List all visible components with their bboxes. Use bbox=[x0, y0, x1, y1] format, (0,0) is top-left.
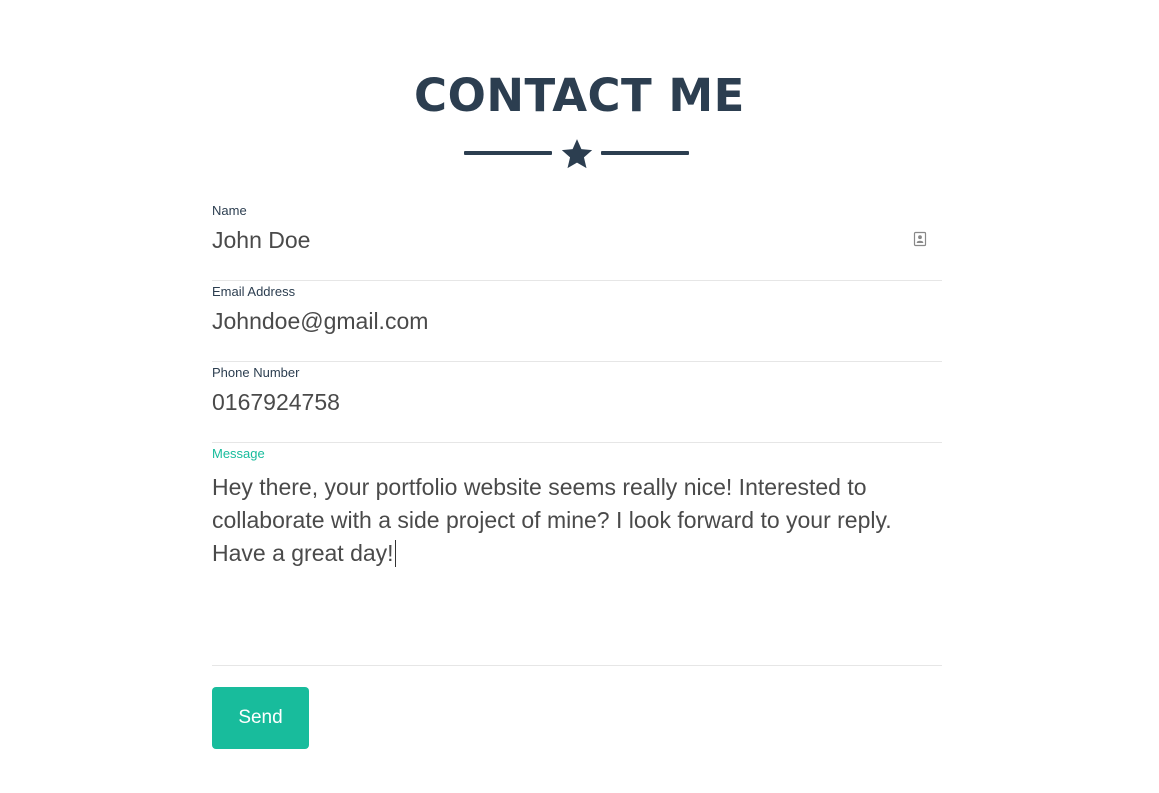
contact-card-icon[interactable] bbox=[913, 231, 927, 247]
message-label: Message bbox=[212, 446, 265, 461]
contact-form: Name John Doe Email Address Johndoe@gmai… bbox=[212, 200, 942, 666]
phone-field-group: Phone Number 0167924758 bbox=[212, 362, 942, 443]
message-textarea[interactable]: Hey there, your portfolio website seems … bbox=[212, 471, 892, 570]
send-button[interactable]: Send bbox=[212, 687, 309, 749]
email-label: Email Address bbox=[212, 284, 296, 299]
page-title: CONTACT ME bbox=[414, 69, 745, 122]
message-text: Hey there, your portfolio website seems … bbox=[212, 474, 892, 566]
email-field-group: Email Address Johndoe@gmail.com bbox=[212, 281, 942, 362]
name-field-group: Name John Doe bbox=[212, 200, 942, 281]
divider-line-right bbox=[601, 151, 689, 155]
name-input[interactable]: John Doe bbox=[212, 225, 310, 255]
text-cursor bbox=[394, 540, 396, 567]
title-divider bbox=[464, 136, 690, 172]
message-field-group: Message Hey there, your portfolio websit… bbox=[212, 443, 942, 666]
star-icon bbox=[561, 139, 593, 169]
name-label: Name bbox=[212, 203, 247, 218]
divider-line-left bbox=[464, 151, 552, 155]
email-input[interactable]: Johndoe@gmail.com bbox=[212, 306, 428, 336]
phone-input[interactable]: 0167924758 bbox=[212, 387, 340, 417]
phone-label: Phone Number bbox=[212, 365, 300, 380]
